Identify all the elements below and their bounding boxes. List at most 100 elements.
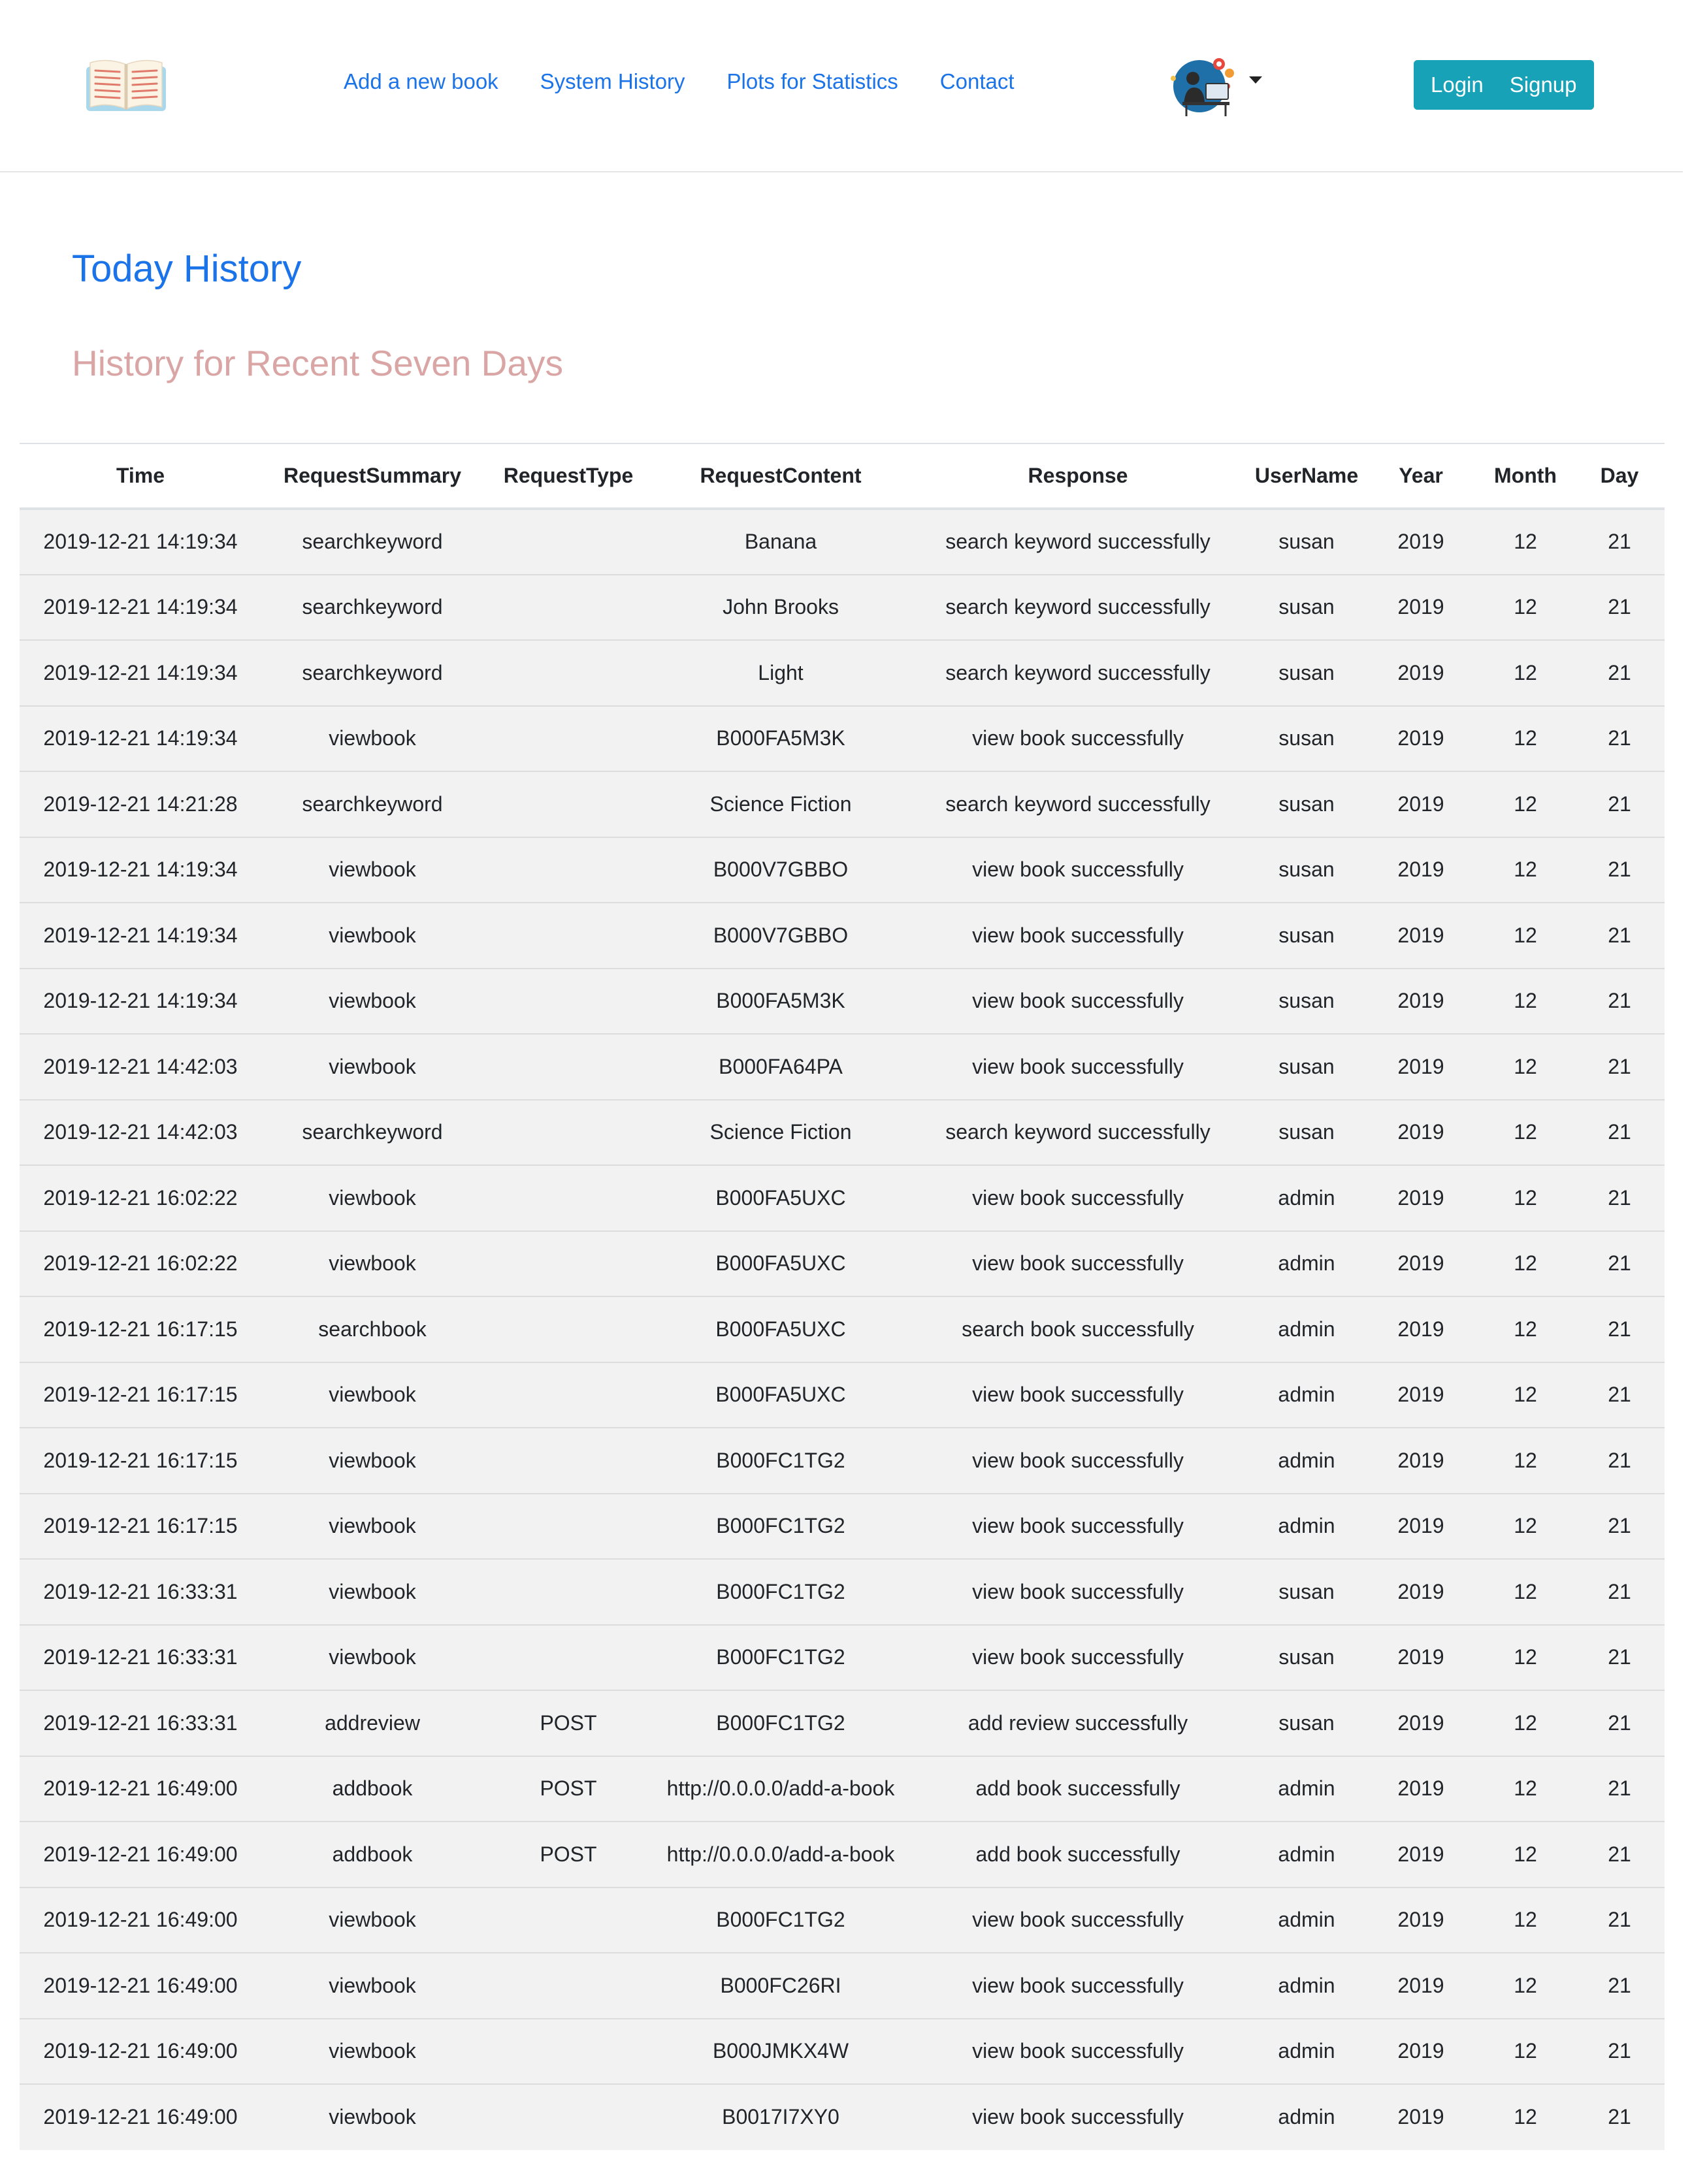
request-content-cell: B000FA5M3K <box>716 726 845 750</box>
book-logo-icon[interactable] <box>84 56 169 116</box>
user-menu-dropdown[interactable] <box>1164 52 1262 120</box>
request-content-cell: Banana <box>744 530 817 554</box>
month-cell: 12 <box>1514 1120 1537 1144</box>
year-cell: 2019 <box>1397 989 1444 1013</box>
request-summary-cell: viewbook <box>329 2105 416 2129</box>
request-type-cell <box>483 2019 653 2085</box>
request-summary-cell: searchbook <box>318 1317 427 1341</box>
nav-plots-link[interactable]: Plots for Statistics <box>727 69 898 94</box>
time-cell: 2019-12-21 16:17:15 <box>43 1317 238 1341</box>
day-cell: 21 <box>1608 530 1631 554</box>
request-summary-cell: viewbook <box>329 1054 416 1078</box>
year-cell: 2019 <box>1397 1120 1444 1144</box>
username-cell: susan <box>1278 1710 1335 1735</box>
year-cell: 2019 <box>1397 1908 1444 1932</box>
day-cell: 21 <box>1608 1842 1631 1866</box>
month-cell: 12 <box>1514 1579 1537 1603</box>
request-summary-cell: searchkeyword <box>302 792 443 816</box>
login-button[interactable]: Login <box>1414 60 1501 110</box>
request-type-cell <box>483 903 653 969</box>
time-cell: 2019-12-21 14:19:34 <box>43 923 238 947</box>
year-cell: 2019 <box>1397 858 1444 882</box>
table-row: 2019-12-21 16:17:15 viewbook B000FA5UXC vie… <box>20 1362 1665 1428</box>
day-cell: 21 <box>1608 1908 1631 1932</box>
response-cell: search book successfully <box>962 1317 1194 1341</box>
day-cell: 21 <box>1608 1645 1631 1669</box>
username-cell: admin <box>1278 1776 1335 1801</box>
request-summary-cell: addbook <box>332 1776 413 1801</box>
request-type-cell <box>483 2084 653 2150</box>
request-content-cell: B000FC1TG2 <box>716 1710 845 1735</box>
request-type-cell <box>483 575 653 641</box>
response-cell: view book successfully <box>972 1645 1184 1669</box>
chevron-down-icon[interactable] <box>1249 76 1262 84</box>
month-cell: 12 <box>1514 923 1537 947</box>
day-cell: 21 <box>1608 858 1631 882</box>
request-content-cell: B000FA64PA <box>719 1054 843 1078</box>
today-history-heading: Today History <box>72 248 302 290</box>
time-cell: 2019-12-21 14:19:34 <box>43 595 238 619</box>
username-cell: admin <box>1278 1448 1335 1472</box>
month-cell: 12 <box>1514 1448 1537 1472</box>
username-cell: susan <box>1278 1120 1335 1144</box>
time-cell: 2019-12-21 14:21:28 <box>43 792 238 816</box>
request-type-cell: POST <box>540 1776 597 1801</box>
month-cell: 12 <box>1514 858 1537 882</box>
day-cell: 21 <box>1608 1710 1631 1735</box>
table-row: 2019-12-21 16:33:31 viewbook B000FC1TG2 vie… <box>20 1559 1665 1625</box>
request-type-cell <box>483 509 653 575</box>
table-row: 2019-12-21 16:33:31 addreview POST B000FC1T… <box>20 1690 1665 1756</box>
request-content-cell: B000FC1TG2 <box>716 1579 845 1603</box>
response-cell: search keyword successfully <box>945 595 1211 619</box>
time-cell: 2019-12-21 16:17:15 <box>43 1514 238 1538</box>
time-cell: 2019-12-21 16:49:00 <box>43 1908 238 1932</box>
nav-add-book-link[interactable]: Add a new book <box>344 69 498 94</box>
year-cell: 2019 <box>1397 2039 1444 2063</box>
month-cell: 12 <box>1514 989 1537 1013</box>
request-summary-cell: viewbook <box>329 1185 416 1210</box>
nav-system-history-link[interactable]: System History <box>540 69 685 94</box>
request-type-cell <box>483 1559 653 1625</box>
year-cell: 2019 <box>1397 1448 1444 1472</box>
avatar[interactable] <box>1164 52 1243 120</box>
column-header-request-summary: RequestSummary <box>283 464 462 487</box>
time-cell: 2019-12-21 16:17:15 <box>43 1448 238 1472</box>
response-cell: view book successfully <box>972 1579 1184 1603</box>
request-summary-cell: searchkeyword <box>302 660 443 684</box>
time-cell: 2019-12-21 16:17:15 <box>43 1383 238 1407</box>
request-summary-cell: viewbook <box>329 1645 416 1669</box>
year-cell: 2019 <box>1397 923 1444 947</box>
request-content-cell: B000FC1TG2 <box>716 1908 845 1932</box>
request-summary-cell: viewbook <box>329 1251 416 1276</box>
day-cell: 21 <box>1608 1448 1631 1472</box>
year-cell: 2019 <box>1397 1514 1444 1538</box>
month-cell: 12 <box>1514 660 1537 684</box>
signup-button[interactable]: Signup <box>1500 60 1594 110</box>
nav-contact-link[interactable]: Contact <box>940 69 1015 94</box>
username-cell: admin <box>1278 1842 1335 1866</box>
table-row: 2019-12-21 14:42:03 viewbook B000FA64PA vie… <box>20 1034 1665 1100</box>
username-cell: admin <box>1278 1908 1335 1932</box>
request-type-cell <box>483 1165 653 1231</box>
year-cell: 2019 <box>1397 530 1444 554</box>
request-summary-cell: viewbook <box>329 989 416 1013</box>
response-cell: view book successfully <box>972 1448 1184 1472</box>
response-cell: add review successfully <box>968 1710 1188 1735</box>
day-cell: 21 <box>1608 989 1631 1013</box>
table-row: 2019-12-21 14:19:34 searchkeyword John Bro… <box>20 574 1665 641</box>
response-cell: view book successfully <box>972 1973 1184 1997</box>
day-cell: 21 <box>1608 595 1631 619</box>
response-cell: view book successfully <box>972 1251 1184 1276</box>
request-summary-cell: searchkeyword <box>302 1120 443 1144</box>
request-content-cell: http://0.0.0.0/add-a-book <box>666 1776 895 1801</box>
response-cell: view book successfully <box>972 858 1184 882</box>
request-type-cell <box>483 1887 653 1953</box>
day-cell: 21 <box>1608 1185 1631 1210</box>
username-cell: susan <box>1278 989 1335 1013</box>
column-header-request-content: RequestContent <box>700 464 862 487</box>
username-cell: admin <box>1278 1514 1335 1538</box>
request-summary-cell: viewbook <box>329 1908 416 1932</box>
column-header-time: Time <box>116 464 165 487</box>
table-body: 2019-12-21 14:19:34 searchkeyword Banana se… <box>20 509 1665 2150</box>
table-row: 2019-12-21 16:02:22 viewbook B000FA5UXC vie… <box>20 1165 1665 1231</box>
